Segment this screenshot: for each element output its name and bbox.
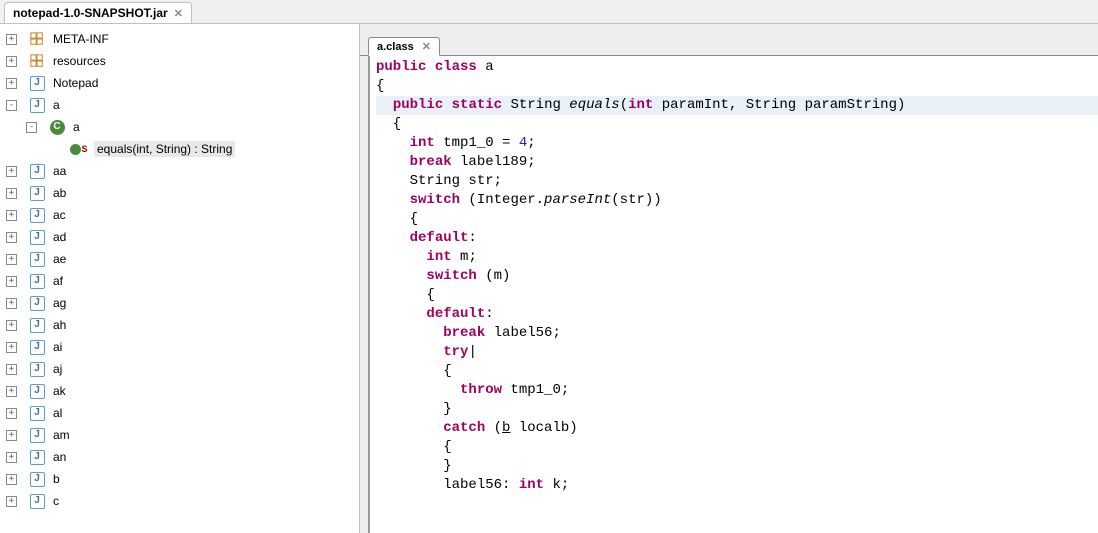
package-explorer[interactable]: +META-INF+resources+JNotepad-Ja-CaSequal…: [0, 24, 360, 533]
tree-item[interactable]: + Jah: [4, 314, 359, 336]
tree-item[interactable]: + Jag: [4, 292, 359, 314]
expand-icon[interactable]: +: [6, 254, 17, 265]
java-file-icon: J: [29, 207, 45, 223]
project-tab[interactable]: notepad-1.0-SNAPSHOT.jar ✕: [4, 2, 192, 23]
project-tabbar: notepad-1.0-SNAPSHOT.jar ✕: [0, 0, 1098, 24]
editor-tabbar: a.class ✕: [360, 30, 1098, 56]
tree-item-label: equals(int, String) : String: [94, 141, 235, 157]
tree-item[interactable]: + Jam: [4, 424, 359, 446]
expand-icon[interactable]: +: [6, 364, 17, 375]
package-icon: [29, 31, 45, 47]
editor-panel: a.class ✕ public class a{ public static …: [360, 24, 1098, 533]
code-editor[interactable]: public class a{ public static String equ…: [368, 56, 1098, 533]
java-file-icon: J: [29, 185, 45, 201]
java-file-icon: J: [29, 75, 45, 91]
expand-icon[interactable]: +: [6, 342, 17, 353]
close-icon[interactable]: ✕: [174, 7, 183, 20]
expand-icon[interactable]: +: [6, 452, 17, 463]
java-file-icon: J: [29, 449, 45, 465]
java-file-icon: J: [29, 229, 45, 245]
expand-icon[interactable]: +: [6, 232, 17, 243]
tree-item-label: ae: [50, 251, 69, 267]
java-file-icon: J: [29, 339, 45, 355]
tree-item-label: aj: [50, 361, 65, 377]
java-file-icon: J: [29, 427, 45, 443]
expand-icon[interactable]: +: [6, 408, 17, 419]
tree-item[interactable]: + Jak: [4, 380, 359, 402]
tree-item[interactable]: + Jai: [4, 336, 359, 358]
expand-icon[interactable]: +: [6, 320, 17, 331]
expand-icon[interactable]: +: [6, 166, 17, 177]
java-file-icon: J: [29, 317, 45, 333]
tree-item[interactable]: + Jb: [4, 468, 359, 490]
expand-icon[interactable]: +: [6, 276, 17, 287]
tree-item-label: c: [50, 493, 62, 509]
java-file-icon: J: [29, 163, 45, 179]
expand-icon[interactable]: +: [6, 474, 17, 485]
tree-item[interactable]: + J Notepad: [4, 72, 359, 94]
tree-item-label: aa: [50, 163, 69, 179]
editor-tab-label: a.class: [377, 41, 414, 53]
tree-item-label: ab: [50, 185, 69, 201]
tree-item-label: a: [70, 119, 83, 135]
tree-item[interactable]: + Jaf: [4, 270, 359, 292]
expand-icon[interactable]: +: [6, 78, 17, 89]
java-file-icon: J: [29, 295, 45, 311]
expand-icon[interactable]: +: [6, 34, 17, 45]
tree-item-label: ai: [50, 339, 65, 355]
expand-icon[interactable]: +: [6, 496, 17, 507]
collapse-icon[interactable]: -: [6, 100, 17, 111]
tree-item-label: a: [50, 97, 63, 113]
java-file-icon: J: [29, 361, 45, 377]
tree-item[interactable]: + META-INF: [4, 28, 359, 50]
class-icon: C: [49, 119, 65, 135]
expand-icon[interactable]: +: [6, 298, 17, 309]
tree-item-label: al: [50, 405, 65, 421]
tree-item-label: af: [50, 273, 66, 289]
tree-item-label: META-INF: [50, 31, 112, 47]
java-file-icon: J: [29, 251, 45, 267]
tree-item[interactable]: + Jaa: [4, 160, 359, 182]
main-area: +META-INF+resources+JNotepad-Ja-CaSequal…: [0, 24, 1098, 533]
tree-item[interactable]: + Jac: [4, 204, 359, 226]
editor-tab[interactable]: a.class ✕: [368, 37, 440, 56]
tree-item-label: ag: [50, 295, 69, 311]
tree-item-label: resources: [50, 53, 109, 69]
tree-item-label: ak: [50, 383, 69, 399]
tree-item[interactable]: Sequals(int, String) : String: [4, 138, 359, 160]
close-icon[interactable]: ✕: [422, 40, 431, 53]
tree-item-label: an: [50, 449, 69, 465]
tree-item[interactable]: - Ja: [4, 94, 359, 116]
tree-item[interactable]: + Jae: [4, 248, 359, 270]
tree-item-label: ac: [50, 207, 69, 223]
expand-icon[interactable]: +: [6, 430, 17, 441]
expand-icon[interactable]: +: [6, 386, 17, 397]
tree-item[interactable]: + Jal: [4, 402, 359, 424]
expand-icon[interactable]: +: [6, 188, 17, 199]
method-icon: S: [69, 141, 89, 157]
tree-item[interactable]: + Jaj: [4, 358, 359, 380]
tree-item[interactable]: + Jan: [4, 446, 359, 468]
package-icon: [29, 53, 45, 69]
java-file-icon: J: [29, 383, 45, 399]
tree-item[interactable]: + Jad: [4, 226, 359, 248]
tree-item[interactable]: + resources: [4, 50, 359, 72]
collapse-icon[interactable]: -: [26, 122, 37, 133]
java-file-icon: J: [29, 493, 45, 509]
tree-item-label: am: [50, 427, 73, 443]
expand-icon[interactable]: +: [6, 56, 17, 67]
tree-item[interactable]: - Ca: [4, 116, 359, 138]
java-file-icon: J: [29, 405, 45, 421]
tree-item-label: ad: [50, 229, 69, 245]
project-tab-label: notepad-1.0-SNAPSHOT.jar: [13, 6, 168, 20]
tree-item-label: b: [50, 471, 63, 487]
tree-item[interactable]: + Jab: [4, 182, 359, 204]
tree-item-label: ah: [50, 317, 69, 333]
tree-item-label: Notepad: [50, 75, 101, 91]
java-file-icon: J: [29, 273, 45, 289]
java-file-icon: J: [29, 97, 45, 113]
expand-icon[interactable]: +: [6, 210, 17, 221]
tree-item[interactable]: + Jc: [4, 490, 359, 512]
java-file-icon: J: [29, 471, 45, 487]
